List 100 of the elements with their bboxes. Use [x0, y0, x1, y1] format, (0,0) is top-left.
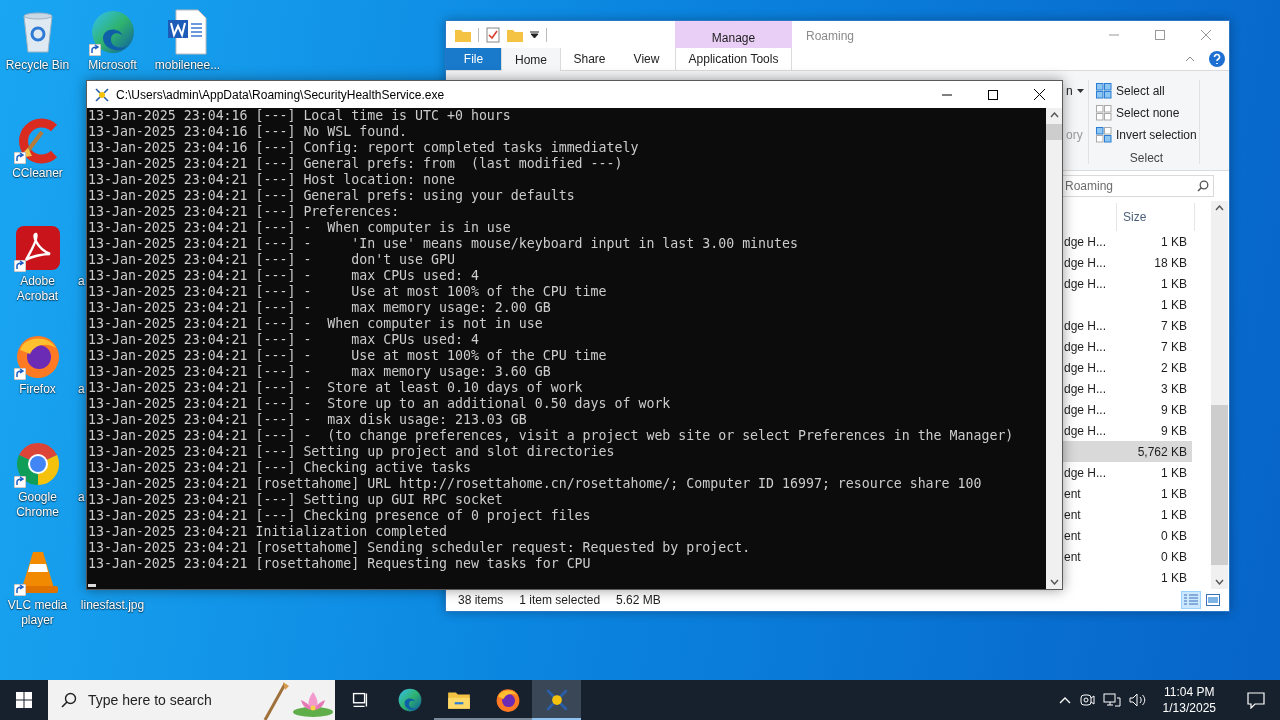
file-row[interactable]: ent 1 KB	[1062, 504, 1192, 525]
console-line: 13-Jan-2025 23:04:21 [---] - max disk usage: 213.03 GB	[88, 412, 528, 428]
file-row[interactable]: dge H... 1 KB	[1062, 462, 1192, 483]
file-name: dge H...	[1064, 402, 1107, 417]
console-line: 13-Jan-2025 23:04:21 Initialization completed	[88, 524, 448, 540]
file-name: dge H...	[1064, 465, 1107, 480]
taskbar-search-field[interactable]: Type here to search	[48, 680, 335, 720]
file-size: 1 KB	[1161, 507, 1187, 522]
scrollbar[interactable]	[1211, 201, 1228, 589]
file-row[interactable]: dge H... 7 KB	[1062, 315, 1192, 336]
select-grid-icon	[1096, 127, 1112, 143]
file-name: dge H...	[1064, 255, 1107, 270]
clock[interactable]: 11:04 PM 1/13/2025	[1154, 684, 1224, 716]
ribbon-command[interactable]: n	[1064, 80, 1088, 102]
file-size: 7 KB	[1161, 339, 1187, 354]
scroll-up-icon[interactable]	[1049, 112, 1059, 118]
file-row[interactable]: dge H... 1 KB	[1062, 231, 1192, 252]
scroll-thumb[interactable]	[1211, 405, 1228, 565]
dropdown-caret-icon[interactable]	[530, 30, 539, 39]
file-row[interactable]: dge H... 1 KB	[1062, 273, 1192, 294]
file-row[interactable]: ent 0 KB	[1062, 525, 1192, 546]
console-line: 13-Jan-2025 23:04:21 [---] - (to change preferences, visit a project web site or select Preferences in the Manager)	[88, 428, 1015, 444]
console-line: 13-Jan-2025 23:04:21 [rosettahome] Sending scheduler request: Requested by project.	[88, 540, 752, 556]
file-row[interactable]: dge H... 9 KB	[1062, 420, 1192, 441]
file-row[interactable]: dge H... 3 KB	[1062, 378, 1192, 399]
file-size: 1 KB	[1161, 486, 1187, 501]
search-field[interactable]: Roaming	[1062, 175, 1214, 197]
console-line: 13-Jan-2025 23:04:21 [rosettahome] Requesting new tasks for CPU	[88, 556, 592, 572]
console-line: 13-Jan-2025 23:04:16 [---] Config: report completed tasks immediately	[88, 140, 640, 156]
meet-now-icon[interactable]	[1078, 692, 1095, 708]
file-size: 2 KB	[1161, 360, 1187, 375]
file-row[interactable]: 5,762 KB	[1062, 441, 1192, 462]
ribbon-tab[interactable]: File	[446, 48, 501, 70]
ribbon-tab[interactable]: Home	[501, 48, 561, 71]
console-line: 13-Jan-2025 23:04:21 [---] Checking active tasks	[88, 460, 472, 476]
file-size: 7 KB	[1161, 318, 1187, 333]
status-text: 1 item selected	[519, 593, 601, 607]
console-line: 13-Jan-2025 23:04:21 [---] - When computer is not in use	[88, 316, 544, 332]
clock-date: 1/13/2025	[1162, 700, 1216, 716]
ribbon-tab[interactable]: Application Tools	[675, 48, 792, 70]
console-line: 13-Jan-2025 23:04:21 [---] - When computer is in use	[88, 220, 512, 236]
properties-icon[interactable]	[486, 26, 500, 43]
notification-icon	[1247, 691, 1265, 709]
file-name: dge H...	[1064, 360, 1107, 375]
file-size: 1 KB	[1161, 276, 1187, 291]
console-line: 13-Jan-2025 23:04:21 [---] - max memory usage: 3.60 GB	[88, 364, 552, 380]
large-icons-view-button[interactable]	[1203, 591, 1223, 609]
console-line: 13-Jan-2025 23:04:21 [---] Checking presence of 0 project files	[88, 508, 592, 524]
file-name: dge H...	[1064, 423, 1107, 438]
file-size: 0 KB	[1161, 549, 1187, 564]
scroll-down-icon[interactable]	[1215, 579, 1224, 585]
network-icon[interactable]	[1102, 692, 1121, 708]
file-row[interactable]: ent 0 KB	[1062, 546, 1192, 567]
collapse-ribbon-icon[interactable]	[1185, 56, 1195, 62]
scroll-down-icon[interactable]	[1049, 579, 1059, 585]
scrollbar[interactable]	[1046, 108, 1062, 589]
file-row[interactable]: dge H... 7 KB	[1062, 336, 1192, 357]
file-size: 1 KB	[1161, 465, 1187, 480]
edge-icon	[396, 687, 423, 713]
file-row[interactable]: ent 1 KB	[1062, 483, 1192, 504]
text-cursor	[88, 584, 96, 587]
file-name: dge H...	[1064, 318, 1107, 333]
boinc-icon	[94, 86, 110, 103]
file-size: 3 KB	[1161, 381, 1187, 396]
file-row[interactable]: dge H... 2 KB	[1062, 357, 1192, 378]
column-header[interactable]: Size	[1117, 203, 1195, 231]
console-line: 13-Jan-2025 23:04:21 [---] Setting up GUI RPC socket	[88, 492, 504, 508]
file-row[interactable]: 1 KB	[1062, 567, 1192, 588]
file-name: ent	[1064, 507, 1081, 522]
lotus-brush-drawing	[263, 680, 335, 720]
console-line: 13-Jan-2025 23:04:21 [---] - don't use GPU	[88, 252, 456, 268]
scroll-thumb[interactable]	[1046, 124, 1062, 140]
console-line: 13-Jan-2025 23:04:16 [---] No WSL found.	[88, 124, 409, 140]
console-line: 13-Jan-2025 23:04:21 [---] - max CPUs used: 4	[88, 268, 480, 284]
console-line: 13-Jan-2025 23:04:21 [---] General prefs: using your defaults	[88, 188, 576, 204]
file-size: 9 KB	[1161, 423, 1187, 438]
file-name: ent	[1064, 549, 1081, 564]
console-line: 13-Jan-2025 23:04:21 [---] Host location: none	[88, 172, 456, 188]
help-icon[interactable]	[1209, 51, 1225, 67]
console-line: 13-Jan-2025 23:04:21 [---] Preferences:	[88, 204, 401, 220]
console-line: 13-Jan-2025 23:04:21 [---] General prefs: from (last modified ---)	[88, 156, 624, 172]
file-row[interactable]: dge H... 18 KB	[1062, 252, 1192, 273]
windows-logo-icon	[16, 692, 32, 708]
file-name: dge H...	[1064, 276, 1107, 291]
volume-icon[interactable]	[1128, 692, 1147, 708]
maximize-icon	[988, 89, 998, 100]
file-row[interactable]: 1 KB	[1062, 294, 1192, 315]
scroll-up-icon[interactable]	[1215, 205, 1224, 211]
file-size: 1 KB	[1161, 570, 1187, 585]
console-line: 13-Jan-2025 23:04:21 [---] - Use at most 100% of the CPU time	[88, 284, 608, 300]
console-line: 13-Jan-2025 23:04:21 [---] - Use at most 100% of the CPU time	[88, 348, 608, 364]
ribbon-command[interactable]: Invert selection	[1094, 124, 1199, 146]
ribbon-group-label: Select	[1129, 151, 1164, 165]
file-row[interactable]: dge H... 9 KB	[1062, 399, 1192, 420]
ribbon-command[interactable]: Select none	[1094, 102, 1199, 124]
ribbon-command[interactable]: Select all	[1094, 80, 1199, 102]
console-line: 13-Jan-2025 23:04:21 [---] - 'In use' means mouse/keyboard input in last 3.00 minutes	[88, 236, 799, 252]
contextual-tab-header: Manage	[675, 21, 792, 48]
show-hidden-icons-caret[interactable]	[1058, 696, 1071, 704]
file-name: ent	[1064, 486, 1081, 501]
